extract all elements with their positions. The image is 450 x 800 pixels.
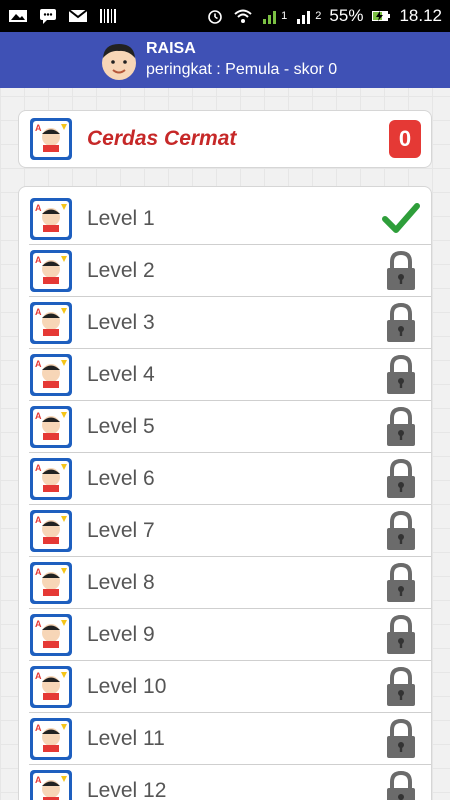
- lock-icon: [387, 614, 415, 654]
- level-label: Level 10: [87, 675, 167, 698]
- level-state: [381, 509, 421, 553]
- svg-text:A: A: [35, 671, 42, 681]
- chat-icon: [40, 9, 56, 24]
- level-state: [381, 197, 421, 241]
- level-label: Level 6: [87, 467, 155, 490]
- app-logo-icon: A: [30, 458, 72, 500]
- level-state: [381, 457, 421, 501]
- lock-icon: [387, 770, 415, 800]
- clock: 18.12: [399, 6, 442, 25]
- level-row[interactable]: A Level 9: [19, 609, 431, 661]
- svg-text:A: A: [35, 123, 42, 133]
- level-row[interactable]: A Level 1: [19, 193, 431, 245]
- app-logo-icon: A: [30, 614, 72, 656]
- level-state: [381, 301, 421, 345]
- lock-icon: [387, 406, 415, 446]
- svg-text:A: A: [35, 515, 42, 525]
- level-state: [381, 353, 421, 397]
- app-logo-icon: A: [30, 510, 72, 552]
- svg-text:A: A: [35, 723, 42, 733]
- lock-icon: [387, 562, 415, 602]
- app-logo-icon: A: [30, 118, 72, 160]
- barcode-icon: [100, 9, 116, 23]
- svg-text:A: A: [35, 255, 42, 265]
- app-logo-icon: A: [30, 666, 72, 708]
- level-row[interactable]: A Level 2: [19, 245, 431, 297]
- level-label: Level 2: [87, 259, 155, 282]
- quiz-title: Cerdas Cermat: [87, 127, 237, 150]
- svg-text:A: A: [35, 463, 42, 473]
- sim1-label: 1: [281, 10, 288, 22]
- level-label: Level 3: [87, 311, 155, 334]
- level-label: Level 8: [87, 571, 155, 594]
- alarm-icon: [208, 10, 222, 24]
- level-label: Level 7: [87, 519, 155, 542]
- signal-sim1-icon: [263, 11, 277, 24]
- profile-header: RAISA peringkat : Pemula - skor 0: [0, 32, 450, 88]
- level-label: Level 4: [87, 363, 155, 386]
- gallery-icon: [9, 10, 27, 22]
- level-row[interactable]: A Level 6: [19, 453, 431, 505]
- user-name: RAISA: [146, 40, 196, 57]
- score-badge: 0: [389, 120, 421, 158]
- app-logo-icon: A: [30, 198, 72, 240]
- lock-icon: [387, 302, 415, 342]
- svg-text:A: A: [35, 359, 42, 369]
- app-logo-icon: A: [30, 770, 72, 800]
- battery-percent: 55%: [329, 6, 364, 25]
- level-row[interactable]: A Level 4: [19, 349, 431, 401]
- level-state: [381, 769, 421, 800]
- app-logo-icon: A: [30, 562, 72, 604]
- check-icon: [382, 203, 420, 233]
- quiz-title-card: A Cerdas Cermat 0: [18, 110, 432, 168]
- app-logo-icon: A: [30, 250, 72, 292]
- svg-text:A: A: [35, 307, 42, 317]
- level-state: [381, 405, 421, 449]
- level-list: A Level 1 A Level 2 A Level 3 A Level 4 …: [18, 186, 432, 800]
- level-state: [381, 561, 421, 605]
- svg-text:A: A: [35, 411, 42, 421]
- svg-text:A: A: [35, 203, 42, 213]
- level-row[interactable]: A Level 7: [19, 505, 431, 557]
- level-row[interactable]: A Level 11: [19, 713, 431, 765]
- svg-text:A: A: [35, 775, 42, 785]
- level-label: Level 11: [87, 727, 165, 750]
- lock-icon: [387, 250, 415, 290]
- app-logo-icon: A: [30, 354, 72, 396]
- level-label: Level 9: [87, 623, 155, 646]
- app-logo-icon: A: [30, 406, 72, 448]
- gmail-icon: [68, 9, 88, 22]
- app-logo-icon: A: [30, 302, 72, 344]
- level-row[interactable]: A Level 12: [19, 765, 431, 800]
- level-state: [381, 613, 421, 657]
- level-label: Level 12: [87, 779, 167, 800]
- status-bar: 1 2 55% 18.12: [0, 0, 450, 32]
- lock-icon: [387, 666, 415, 706]
- level-state: [381, 665, 421, 709]
- sim2-label: 2: [315, 10, 322, 22]
- battery-charging-icon: [372, 11, 391, 21]
- svg-text:A: A: [35, 567, 42, 577]
- lock-icon: [387, 718, 415, 758]
- app-logo-icon: A: [30, 718, 72, 760]
- lock-icon: [387, 354, 415, 394]
- signal-sim2-icon: [297, 11, 311, 24]
- level-state: [381, 249, 421, 293]
- level-label: Level 1: [87, 207, 155, 230]
- svg-text:A: A: [35, 619, 42, 629]
- level-state: [381, 717, 421, 761]
- level-label: Level 5: [87, 415, 155, 438]
- rank-score-text: peringkat : Pemula - skor 0: [146, 61, 338, 78]
- level-row[interactable]: A Level 3: [19, 297, 431, 349]
- level-row[interactable]: A Level 5: [19, 401, 431, 453]
- level-row[interactable]: A Level 10: [19, 661, 431, 713]
- lock-icon: [387, 458, 415, 498]
- lock-icon: [387, 510, 415, 550]
- avatar: [102, 44, 136, 80]
- level-row[interactable]: A Level 8: [19, 557, 431, 609]
- wifi-icon: [234, 9, 252, 23]
